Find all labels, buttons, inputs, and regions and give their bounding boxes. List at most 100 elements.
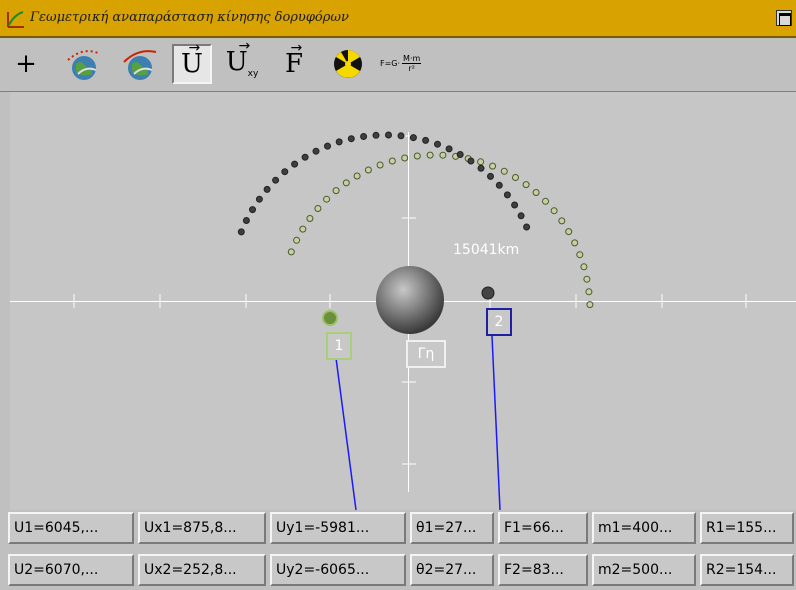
orbit-trail-1-dot (314, 205, 322, 212)
orbit-trail-1-dot (401, 154, 409, 162)
velocity-components-icon: Uxy → (225, 37, 259, 80)
velocity-vector-icon: U → (181, 40, 203, 79)
force-vector-icon: F → (284, 40, 304, 79)
orbit-trail-2-dot (291, 160, 299, 168)
earth-label: Γη (406, 340, 446, 368)
earth (376, 266, 444, 334)
force-line-1 (335, 357, 357, 510)
gravity-formula: F=G· M·m r² (380, 54, 422, 73)
orbit-trail-1-dot (489, 162, 497, 170)
orbit-trail-1-dot (323, 195, 331, 203)
earth-trajectory-icon (123, 50, 157, 80)
orbit-trail-2-dot (272, 176, 280, 184)
orbit-trail-1-dot (580, 263, 588, 271)
orbit-trail-2-dot (301, 153, 309, 161)
orbit-trail-1-dot (558, 217, 566, 225)
orbit-trail-1-dot (439, 151, 447, 159)
maximize-button[interactable] (776, 10, 792, 26)
status-theta2: θ2=27... (410, 554, 494, 586)
orbit-trail-2-dot (517, 212, 525, 220)
status-theta1: θ1=27... (410, 512, 494, 544)
orbit-trail-2-dot (477, 164, 485, 172)
orbit-trail-2-dot (495, 181, 503, 189)
orbit-trail-1-dot (586, 301, 594, 309)
simulation-canvas[interactable]: 15041km 1 2 Γη (10, 92, 796, 510)
status-r2: R2=154... (700, 554, 794, 586)
orbit-trail-2-dot (445, 145, 453, 153)
orbit-trail-2-dot (511, 201, 519, 209)
status-ux2: Ux2=252,8... (138, 554, 266, 586)
add-label: + (15, 49, 37, 79)
orbit-trail-2-dot (503, 191, 511, 199)
status-u1: U1=6045,... (8, 512, 134, 544)
orbit-trail-2-dot (249, 206, 256, 214)
satellite-1[interactable] (322, 310, 338, 326)
orbit-trail-2-dot (324, 142, 331, 150)
orbit-trail-1-dot (293, 236, 301, 244)
orbit-trail-2-dot (523, 223, 531, 231)
orbit-trail-2-dot (467, 157, 475, 165)
orbit-trail-2-dot (385, 131, 392, 139)
orbit-trail-1-dot (585, 288, 593, 296)
satellite-2-number: 2 (494, 314, 504, 330)
orbit-trail-2-dot (397, 132, 405, 140)
orbit-trail-2-dot (242, 217, 250, 224)
orbit-trail-1-dot (364, 166, 372, 174)
orbit-trail-2-dot (312, 147, 320, 155)
radiation-button[interactable] (328, 44, 368, 84)
orbit-trail-1-dot (542, 197, 549, 205)
add-button[interactable]: + (6, 44, 46, 84)
orbit-trail-1-dot (376, 161, 384, 169)
orbit-trail-1-dot (306, 215, 314, 222)
status-bar: U1=6045,... Ux1=875,8... Uy1=-5981... θ1… (0, 510, 796, 590)
orbit-trail-1-dot (413, 152, 421, 160)
orbit-trail-2-dot (335, 138, 343, 146)
orbit-trail-1-dot (477, 158, 485, 166)
orbit-trail-1-dot (512, 174, 519, 181)
formula-fraction: M·m r² (402, 54, 422, 73)
earth-label-text: Γη (417, 346, 435, 362)
window-title: Γεωμετρική αναπαράσταση κίνησης δορυφόρω… (30, 10, 349, 25)
earth-trajectory-button[interactable] (120, 44, 160, 84)
orbit-trail-1-dot (388, 157, 396, 165)
orbit-trail-1-dot (342, 179, 350, 187)
status-f1: F1=66... (498, 512, 588, 544)
orbit-trail-2-dot (372, 131, 380, 139)
formula-numerator: M·m (402, 54, 422, 64)
radiation-icon (334, 50, 362, 78)
orbit-trail-1-dot (550, 207, 558, 215)
status-uy2: Uy2=-6065... (270, 554, 406, 586)
force-vector-button[interactable]: F → (274, 40, 314, 84)
orbit-trail-1-dot (500, 167, 508, 175)
orbit-trail-1-dot (287, 248, 295, 256)
title-bar: Γεωμετρική αναπαράσταση κίνησης δορυφόρω… (0, 0, 796, 38)
earth-orbit-button[interactable] (64, 44, 104, 84)
orbit-trail-1-dot (426, 151, 434, 159)
orbit-trail-1-dot (583, 275, 591, 283)
orbit-trail-1-dot (532, 189, 540, 196)
distance-label: 15041km (453, 242, 520, 258)
toolbar: + U → Uxy → F → F=G· M·m r² (0, 38, 796, 92)
satellite-2[interactable] (481, 286, 495, 300)
orbit-trail-2-dot (487, 172, 494, 180)
satellite-1-number: 1 (334, 338, 344, 354)
velocity-components-button[interactable]: Uxy → (222, 37, 262, 84)
app-icon (7, 11, 24, 28)
orbit-trail-1-dot (576, 251, 584, 259)
orbit-trail-2-dot (263, 185, 271, 193)
status-ux1: Ux1=875,8... (138, 512, 266, 544)
velocity-vector-button[interactable]: U → (172, 40, 212, 84)
orbit-scene (73, 131, 747, 510)
force-line-2 (491, 335, 501, 510)
status-r1: R1=155... (700, 512, 794, 544)
earth-orbit-icon (67, 50, 101, 80)
orbit-trail-2-dot (422, 136, 430, 144)
orbit-trail-1-dot (332, 187, 340, 195)
orbit-trail-2-dot (409, 134, 417, 142)
orbit-trail-2-dot (347, 135, 355, 143)
orbit-trail-1-dot (565, 228, 573, 236)
orbit-trail-2-dot (237, 228, 245, 236)
orbit-trail-1-dot (571, 239, 579, 247)
orbit-trail-1-dot (299, 225, 307, 233)
formula-denominator: r² (408, 64, 415, 73)
